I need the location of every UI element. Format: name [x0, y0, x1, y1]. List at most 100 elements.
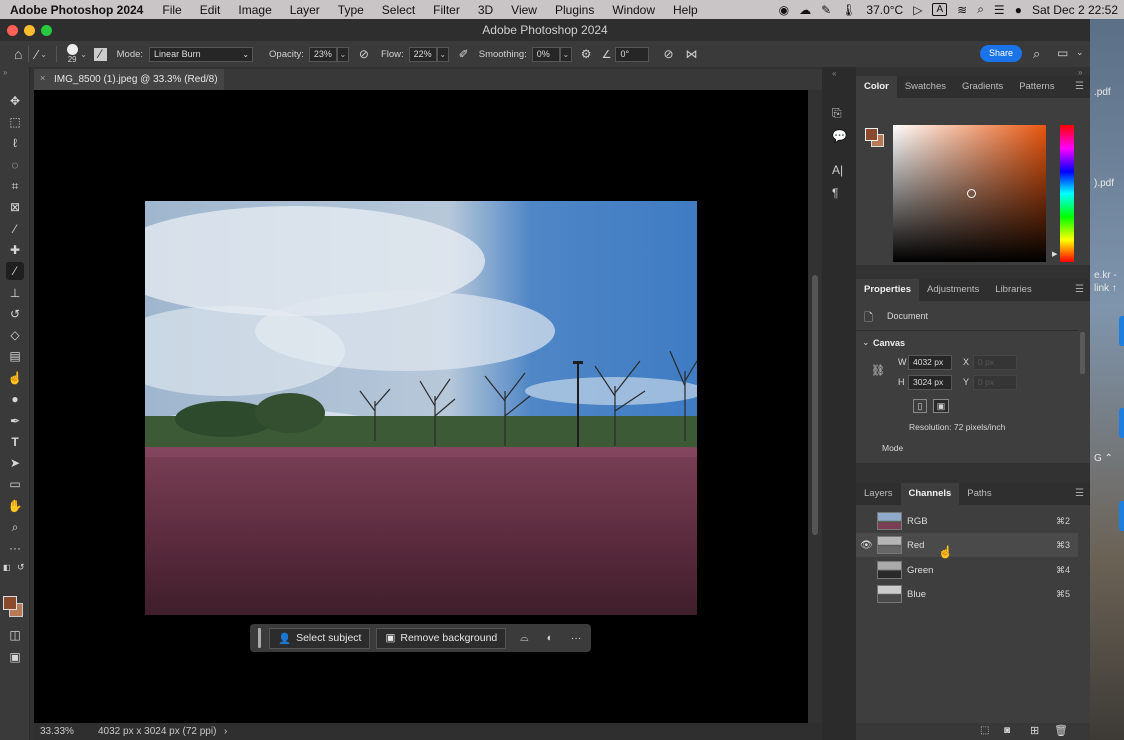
lasso-tool-icon[interactable]: ℓ — [6, 134, 24, 152]
blend-mode-select[interactable]: Linear Burn ⌄ — [149, 46, 254, 62]
pen-tool-icon[interactable]: ✒ — [6, 412, 24, 430]
desktop-file-label[interactable]: ).pdf — [1094, 178, 1114, 189]
chevron-down-icon[interactable]: ⌄ — [78, 50, 90, 59]
chevron-down-icon[interactable]: ⌄ — [38, 50, 50, 59]
control-center-icon[interactable]: ☰ — [994, 3, 1005, 17]
paragraph-icon[interactable]: ¶ — [832, 186, 838, 200]
move-tool-icon[interactable]: ✥ — [6, 92, 24, 110]
workspace-icon[interactable]: ▭ — [1057, 46, 1068, 60]
expand-icon[interactable]: « — [832, 69, 836, 78]
eraser-tool-icon[interactable]: ◇ — [6, 326, 24, 344]
contrast-icon[interactable]: ◐ — [547, 632, 553, 644]
rectangle-tool-icon[interactable]: ▭ — [6, 475, 24, 493]
foreground-color-swatch[interactable] — [865, 128, 878, 141]
marquee-tool-icon[interactable]: ⬚ — [6, 113, 24, 131]
thermometer-icon[interactable]: 🌡 — [841, 3, 856, 17]
minimize-button[interactable] — [24, 25, 35, 36]
close-button[interactable] — [7, 25, 18, 36]
wifi-icon[interactable]: ≋ — [957, 3, 967, 17]
swap-colors-icon[interactable]: ↺ — [17, 562, 25, 573]
path-selection-tool-icon[interactable]: ➤ — [6, 454, 24, 472]
channel-row-green[interactable]: Green ⌘4 — [856, 558, 1078, 582]
tab-gradients[interactable]: Gradients — [954, 76, 1011, 98]
smoothing-field[interactable]: 0% — [531, 46, 560, 62]
new-channel-icon[interactable]: ⊞ — [1030, 724, 1039, 737]
menu-window[interactable]: Window — [603, 3, 664, 17]
tab-patterns[interactable]: Patterns — [1011, 76, 1062, 98]
pressure-size-icon[interactable]: ⊘ — [663, 47, 673, 61]
chevron-down-icon[interactable]: ⌄ — [862, 337, 870, 348]
history-brush-tool-icon[interactable]: ↺ — [6, 305, 24, 323]
close-tab-icon[interactable]: × — [40, 73, 45, 83]
screen-mode-icon[interactable]: ▣ — [6, 648, 24, 666]
zoom-button[interactable] — [41, 25, 52, 36]
tab-layers[interactable]: Layers — [856, 483, 901, 505]
opacity-field[interactable]: 23% — [308, 46, 337, 62]
more-tools-icon[interactable]: ··· — [6, 539, 24, 557]
tab-color[interactable]: Color — [856, 76, 897, 98]
gradient-tool-icon[interactable]: ▤ — [6, 347, 24, 365]
desktop-file-label[interactable]: e.kr - — [1094, 270, 1117, 281]
canvas-width-field[interactable]: 4032 px — [908, 355, 952, 370]
menu-image[interactable]: Image — [229, 3, 280, 17]
remove-background-button[interactable]: ▣ Remove background — [376, 627, 507, 649]
airbrush-icon[interactable]: ✐ — [459, 47, 469, 61]
crop-tool-icon[interactable]: ⌗ — [6, 177, 24, 195]
channel-row-red[interactable]: 👁 Red ⌘3 — [856, 533, 1078, 557]
desktop-file-label[interactable]: .pdf — [1094, 87, 1111, 98]
panel-menu-icon[interactable]: ☰ — [1075, 284, 1084, 295]
default-colors-icon[interactable]: ◧ — [3, 563, 11, 572]
save-selection-icon[interactable]: ◙ — [1004, 725, 1010, 736]
zoom-tool-icon[interactable]: ⌕ — [6, 518, 24, 536]
color-picker-marker[interactable] — [967, 189, 976, 198]
gear-icon[interactable]: ⚙ — [581, 47, 592, 61]
collapse-icon[interactable]: » — [3, 68, 7, 77]
siri-icon[interactable]: ● — [1015, 3, 1022, 17]
tab-adjustments[interactable]: Adjustments — [919, 279, 987, 301]
clone-stamp-tool-icon[interactable]: ⊥ — [6, 284, 24, 302]
document-tab[interactable]: IMG_8500 (1).jpeg @ 33.3% (Red/8) — [34, 69, 224, 90]
brush-preset-picker[interactable]: 29 — [66, 44, 78, 64]
healing-brush-tool-icon[interactable]: ✚ — [6, 241, 24, 259]
smoothing-dropdown[interactable]: ⌄ — [559, 46, 572, 62]
menu-edit[interactable]: Edit — [191, 3, 230, 17]
flow-dropdown[interactable]: ⌄ — [436, 46, 449, 62]
tab-properties[interactable]: Properties — [856, 279, 919, 301]
angle-field[interactable]: 0° — [615, 46, 650, 62]
record-icon[interactable]: ◉ — [779, 3, 789, 17]
opacity-dropdown[interactable]: ⌄ — [336, 46, 349, 62]
history-icon[interactable]: ⎘ — [832, 106, 842, 121]
panel-menu-icon[interactable]: ☰ — [1075, 81, 1084, 92]
desktop-file-label[interactable]: link ↑ — [1094, 283, 1117, 294]
quick-mask-icon[interactable]: ◫ — [6, 626, 24, 644]
menu-filter[interactable]: Filter — [424, 3, 469, 17]
canvas-section-title[interactable]: Canvas — [873, 338, 905, 348]
landscape-orientation-icon[interactable]: ▣ — [933, 399, 949, 413]
app-menu[interactable]: Adobe Photoshop 2024 — [10, 3, 153, 17]
chevron-down-icon[interactable]: ⌄ — [1076, 47, 1084, 58]
vertical-scrollbar[interactable] — [808, 90, 822, 723]
canvas-height-field[interactable]: 3024 px — [908, 375, 952, 390]
search-icon[interactable]: ⌕ — [1033, 46, 1040, 62]
channel-row-blue[interactable]: Blue ⌘5 — [856, 582, 1078, 606]
panel-menu-icon[interactable]: ☰ — [1075, 488, 1084, 499]
brush-tool-icon[interactable]: ⁄ — [6, 262, 24, 280]
quick-selection-tool-icon[interactable]: ◌ — [6, 156, 24, 174]
frame-tool-icon[interactable]: ⊠ — [6, 198, 24, 216]
foreground-color-swatch[interactable] — [3, 596, 17, 610]
menu-view[interactable]: View — [502, 3, 546, 17]
scroll-thumb[interactable] — [812, 275, 818, 535]
input-source-badge[interactable]: A — [932, 3, 948, 16]
tools-icon[interactable]: ✎ — [821, 3, 831, 17]
menu-layer[interactable]: Layer — [281, 3, 329, 17]
smudge-tool-icon[interactable]: ☝ — [6, 369, 24, 387]
share-button[interactable]: Share — [980, 45, 1022, 62]
drag-handle[interactable] — [258, 628, 261, 648]
home-icon[interactable]: ⌂ — [14, 46, 22, 62]
creative-cloud-icon[interactable]: ☁ — [799, 3, 811, 17]
clock[interactable]: Sat Dec 2 22:52 — [1032, 3, 1118, 17]
character-icon[interactable]: A| — [832, 163, 843, 177]
desktop-file-label[interactable]: G ⌃ — [1094, 453, 1113, 464]
play-icon[interactable]: ▷ — [913, 3, 922, 17]
link-icon[interactable]: ⛓ — [871, 364, 885, 377]
